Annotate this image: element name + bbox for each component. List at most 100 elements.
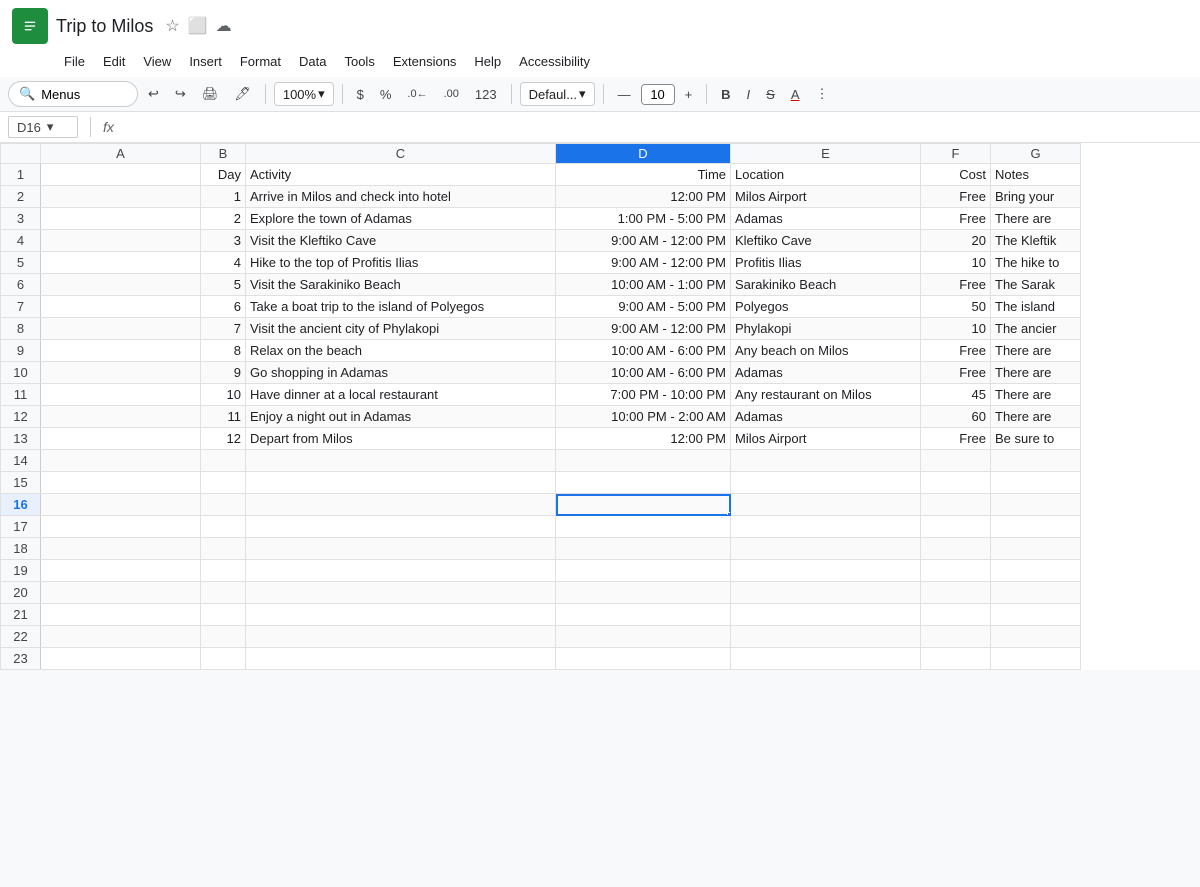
cell-G2[interactable]: Bring your bbox=[991, 186, 1081, 208]
text-color-button[interactable]: A bbox=[785, 83, 806, 106]
cell-B21[interactable] bbox=[201, 604, 246, 626]
cell-B23[interactable] bbox=[201, 648, 246, 670]
cell-E20[interactable] bbox=[731, 582, 921, 604]
table-row[interactable]: 43Visit the Kleftiko Cave9:00 AM - 12:00… bbox=[1, 230, 1081, 252]
menu-file[interactable]: File bbox=[56, 50, 93, 73]
cell-G20[interactable] bbox=[991, 582, 1081, 604]
decimal-decrease-button[interactable]: .0← bbox=[401, 84, 433, 104]
cell-D9[interactable]: 10:00 AM - 6:00 PM bbox=[556, 340, 731, 362]
row-header-14[interactable]: 14 bbox=[1, 450, 41, 472]
cell-F16[interactable] bbox=[921, 494, 991, 516]
cell-A21[interactable] bbox=[41, 604, 201, 626]
cell-A5[interactable] bbox=[41, 252, 201, 274]
cell-D3[interactable]: 1:00 PM - 5:00 PM bbox=[556, 208, 731, 230]
cell-D2[interactable]: 12:00 PM bbox=[556, 186, 731, 208]
cell-F3[interactable]: Free bbox=[921, 208, 991, 230]
col-header-G[interactable]: G bbox=[991, 144, 1081, 164]
table-row[interactable]: 20 bbox=[1, 582, 1081, 604]
cell-F9[interactable]: Free bbox=[921, 340, 991, 362]
cell-F13[interactable]: Free bbox=[921, 428, 991, 450]
col-header-D[interactable]: D bbox=[556, 144, 731, 164]
cell-B13[interactable]: 12 bbox=[201, 428, 246, 450]
row-header-18[interactable]: 18 bbox=[1, 538, 41, 560]
cell-E5[interactable]: Profitis Ilias bbox=[731, 252, 921, 274]
cell-D17[interactable] bbox=[556, 516, 731, 538]
cell-G16[interactable] bbox=[991, 494, 1081, 516]
cell-F17[interactable] bbox=[921, 516, 991, 538]
row-header-10[interactable]: 10 bbox=[1, 362, 41, 384]
cell-G1[interactable]: Notes bbox=[991, 164, 1081, 186]
cell-E17[interactable] bbox=[731, 516, 921, 538]
cell-B2[interactable]: 1 bbox=[201, 186, 246, 208]
cell-C1[interactable]: Activity bbox=[246, 164, 556, 186]
font-size-control[interactable] bbox=[641, 84, 675, 105]
cell-D16[interactable] bbox=[556, 494, 731, 516]
col-header-F[interactable]: F bbox=[921, 144, 991, 164]
cell-C21[interactable] bbox=[246, 604, 556, 626]
cell-B11[interactable]: 10 bbox=[201, 384, 246, 406]
cell-F11[interactable]: 45 bbox=[921, 384, 991, 406]
undo-button[interactable]: ↩ bbox=[142, 82, 165, 106]
cell-B22[interactable] bbox=[201, 626, 246, 648]
table-row[interactable]: 14 bbox=[1, 450, 1081, 472]
row-header-21[interactable]: 21 bbox=[1, 604, 41, 626]
row-header-12[interactable]: 12 bbox=[1, 406, 41, 428]
cell-D6[interactable]: 10:00 AM - 1:00 PM bbox=[556, 274, 731, 296]
cell-G21[interactable] bbox=[991, 604, 1081, 626]
cell-A22[interactable] bbox=[41, 626, 201, 648]
cell-D4[interactable]: 9:00 AM - 12:00 PM bbox=[556, 230, 731, 252]
cell-F22[interactable] bbox=[921, 626, 991, 648]
cell-B18[interactable] bbox=[201, 538, 246, 560]
zoom-selector[interactable]: 100% ▾ bbox=[274, 82, 334, 106]
cell-E18[interactable] bbox=[731, 538, 921, 560]
cell-D13[interactable]: 12:00 PM bbox=[556, 428, 731, 450]
menu-insert[interactable]: Insert bbox=[181, 50, 230, 73]
cell-F4[interactable]: 20 bbox=[921, 230, 991, 252]
cell-E13[interactable]: Milos Airport bbox=[731, 428, 921, 450]
table-row[interactable]: 22 bbox=[1, 626, 1081, 648]
redo-button[interactable]: ↪ bbox=[169, 82, 192, 106]
cell-G8[interactable]: The ancier bbox=[991, 318, 1081, 340]
cell-D5[interactable]: 9:00 AM - 12:00 PM bbox=[556, 252, 731, 274]
cell-E15[interactable] bbox=[731, 472, 921, 494]
row-header-23[interactable]: 23 bbox=[1, 648, 41, 670]
cell-D12[interactable]: 10:00 PM - 2:00 AM bbox=[556, 406, 731, 428]
cell-B19[interactable] bbox=[201, 560, 246, 582]
table-row[interactable]: 54Hike to the top of Profitis Ilias9:00 … bbox=[1, 252, 1081, 274]
cell-A6[interactable] bbox=[41, 274, 201, 296]
table-row[interactable]: 19 bbox=[1, 560, 1081, 582]
table-row[interactable]: 98Relax on the beach10:00 AM - 6:00 PMAn… bbox=[1, 340, 1081, 362]
cell-F21[interactable] bbox=[921, 604, 991, 626]
cell-D19[interactable] bbox=[556, 560, 731, 582]
col-header-E[interactable]: E bbox=[731, 144, 921, 164]
bold-button[interactable]: B bbox=[715, 83, 736, 106]
cell-D10[interactable]: 10:00 AM - 6:00 PM bbox=[556, 362, 731, 384]
cell-C3[interactable]: Explore the town of Adamas bbox=[246, 208, 556, 230]
paint-format-button[interactable]: 🖊 bbox=[228, 82, 257, 106]
cell-F1[interactable]: Cost bbox=[921, 164, 991, 186]
cell-B17[interactable] bbox=[201, 516, 246, 538]
cell-E10[interactable]: Adamas bbox=[731, 362, 921, 384]
row-header-4[interactable]: 4 bbox=[1, 230, 41, 252]
col-header-C[interactable]: C bbox=[246, 144, 556, 164]
font-size-input[interactable] bbox=[642, 85, 674, 104]
cell-C8[interactable]: Visit the ancient city of Phylakopi bbox=[246, 318, 556, 340]
currency-button[interactable]: $ bbox=[351, 83, 370, 106]
cell-G7[interactable]: The island bbox=[991, 296, 1081, 318]
menu-view[interactable]: View bbox=[135, 50, 179, 73]
cell-D20[interactable] bbox=[556, 582, 731, 604]
cell-G19[interactable] bbox=[991, 560, 1081, 582]
cell-ref-dropdown-icon[interactable]: ▾ bbox=[47, 119, 54, 135]
cell-E9[interactable]: Any beach on Milos bbox=[731, 340, 921, 362]
row-header-19[interactable]: 19 bbox=[1, 560, 41, 582]
cell-F19[interactable] bbox=[921, 560, 991, 582]
cell-A17[interactable] bbox=[41, 516, 201, 538]
font-size-minus-button[interactable]: — bbox=[612, 83, 637, 106]
cell-F23[interactable] bbox=[921, 648, 991, 670]
cell-A7[interactable] bbox=[41, 296, 201, 318]
row-header-20[interactable]: 20 bbox=[1, 582, 41, 604]
cell-G14[interactable] bbox=[991, 450, 1081, 472]
cell-C10[interactable]: Go shopping in Adamas bbox=[246, 362, 556, 384]
cell-B7[interactable]: 6 bbox=[201, 296, 246, 318]
cell-G5[interactable]: The hike to bbox=[991, 252, 1081, 274]
